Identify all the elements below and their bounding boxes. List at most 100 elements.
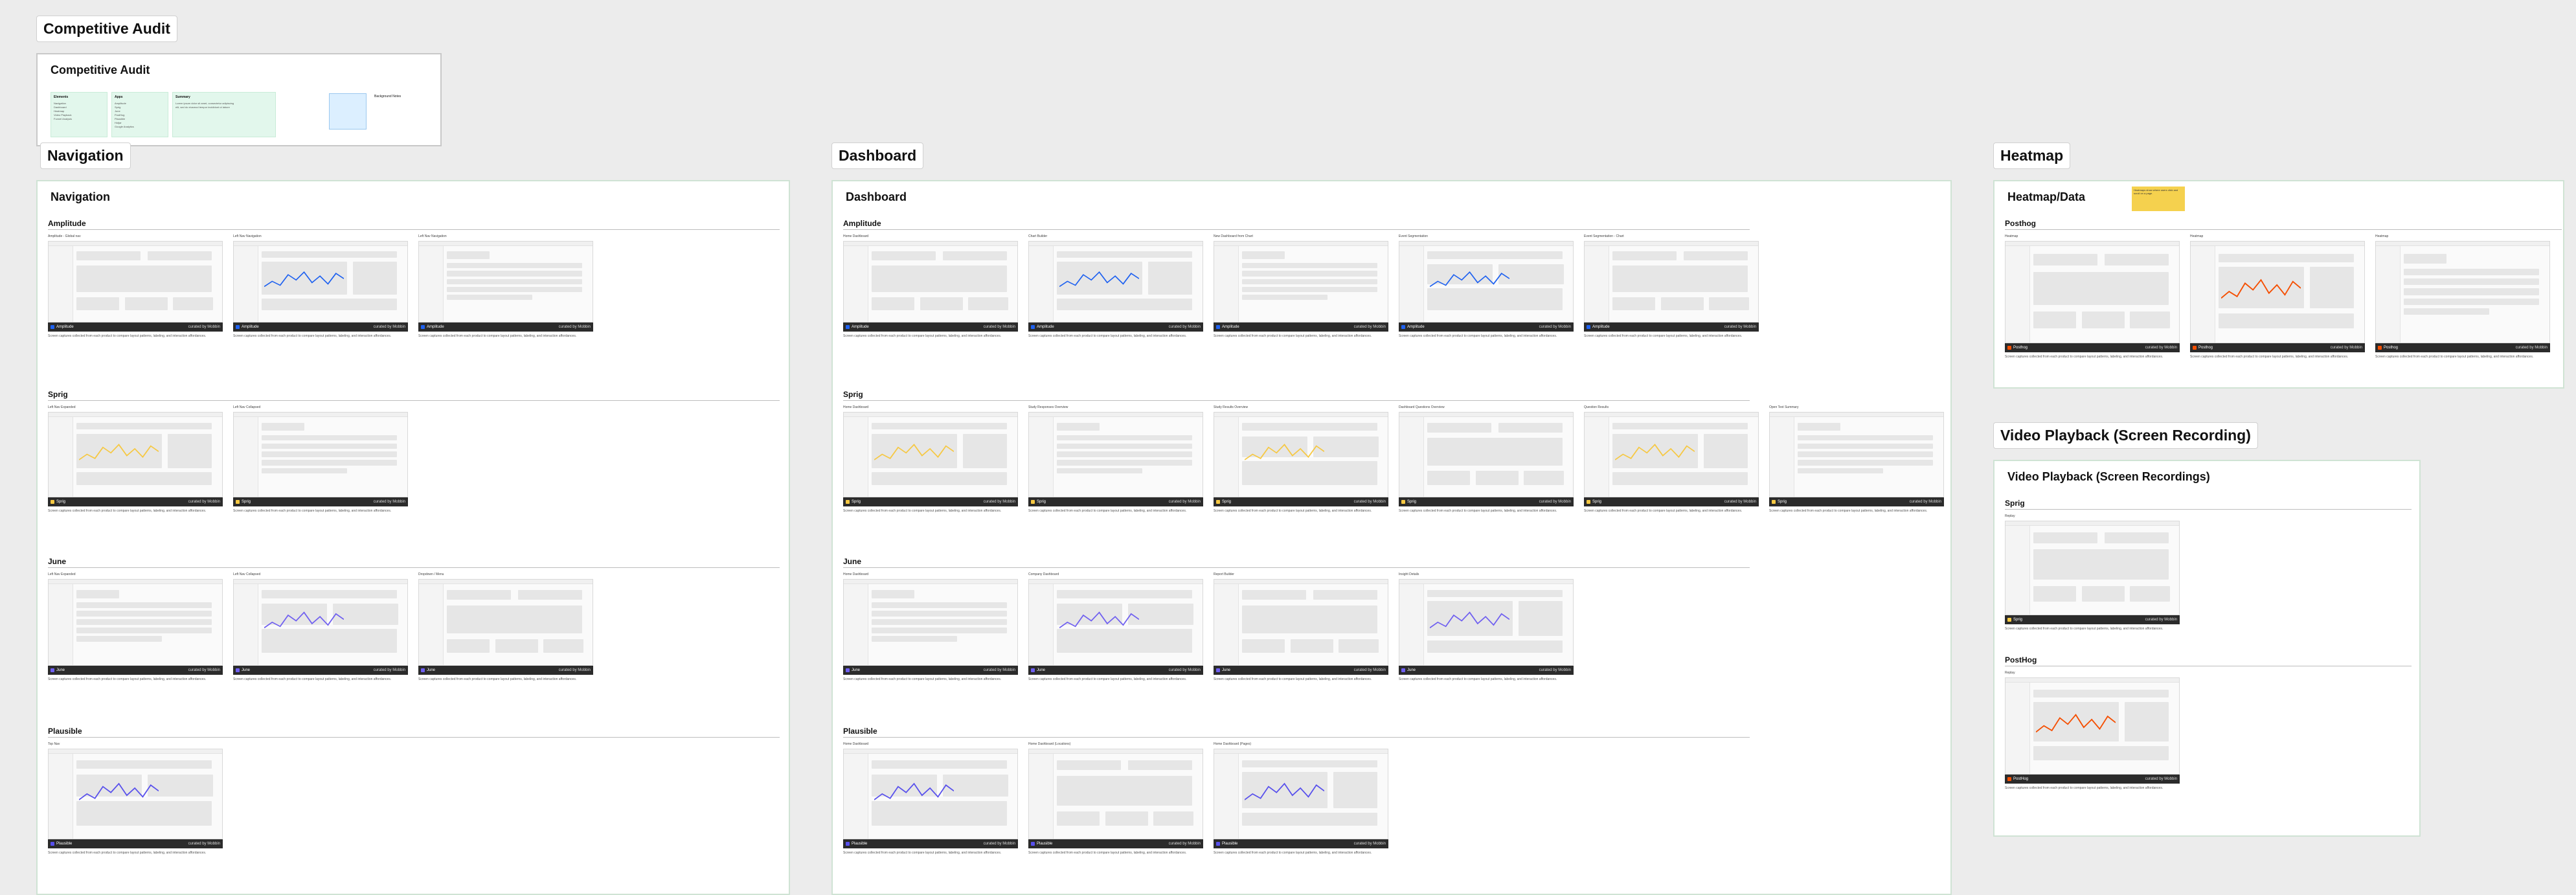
screenshot-card[interactable]: Home Dashboard Plausible curated by Mobbin… xyxy=(843,742,1018,855)
screenshot-image xyxy=(2375,241,2550,343)
screenshot-card[interactable]: Top Nav Plausible curated by Mobbin Screen … xyxy=(48,742,223,855)
navigation-title: Navigation xyxy=(51,190,111,203)
content-block xyxy=(1241,760,1377,767)
screenshot-card[interactable]: Left Nav Expanded June curated by Mobbin Sc… xyxy=(48,572,223,681)
screenshot-card[interactable]: Replay PostHog curated by Mobbin Screen cap… xyxy=(2005,671,2180,790)
content-block xyxy=(1147,262,1192,295)
card-caption: Home Dashboard xyxy=(843,405,869,409)
heatmap-frame[interactable]: Heatmap/Data Heatmaps show where users c… xyxy=(1993,180,2564,389)
content-block xyxy=(261,443,397,449)
content-block xyxy=(2104,532,2169,543)
video-frame-tag[interactable]: Video Playback (Screen Recording) xyxy=(1993,422,2258,449)
screenshot-card[interactable]: Home Dashboard Sprig curated by Mobbin Scre… xyxy=(843,405,1018,513)
screenshot-card[interactable]: Left Nav Navigation Amplitude curated by M… xyxy=(418,234,593,338)
content-block xyxy=(1427,422,1491,433)
screenshot-card[interactable]: Home Dashboard June curated by Mobbin Scree… xyxy=(843,572,1018,681)
screenshot-card[interactable]: Report Builder June curated by Mobbin Scree… xyxy=(1214,572,1388,681)
screenshot-card[interactable]: Question Results Sprig curated by Mobbin Sc… xyxy=(1584,405,1759,513)
trend-line-icon xyxy=(874,444,955,460)
content-block xyxy=(1241,294,1328,300)
screenshot-card[interactable]: Heatmap Posthog curated by Mobbin Screen ca… xyxy=(2190,234,2365,359)
card-description: Screen captures collected from each prod… xyxy=(48,334,207,338)
screenshot-card[interactable]: Open Text Summary Sprig curated by Mobbin S… xyxy=(1769,405,1944,513)
heatmap-frame-tag[interactable]: Heatmap xyxy=(1993,142,2071,169)
audit-list-item: Google Analytics xyxy=(115,125,134,128)
content-block xyxy=(2403,268,2539,275)
card-caption: New Dashboard from Chart xyxy=(1214,234,1253,238)
content-block xyxy=(1056,451,1192,457)
brand-logo-icon xyxy=(1401,500,1405,504)
card-description: Screen captures collected from each prod… xyxy=(48,677,207,681)
content-block xyxy=(1153,811,1193,826)
content-block xyxy=(1056,251,1192,258)
screenshot-content xyxy=(1056,422,1199,492)
screenshot-topbar xyxy=(1214,413,1388,417)
screenshot-sidebar xyxy=(844,754,868,839)
card-description: Screen captures collected from each prod… xyxy=(1028,677,1187,681)
card-description: Screen captures collected from each prod… xyxy=(1584,509,1743,513)
screenshot-image xyxy=(2005,241,2180,343)
video-frame[interactable]: Video Playback (Screen Recordings) Sprig… xyxy=(1993,460,2421,837)
content-block xyxy=(76,611,212,617)
screenshot-card[interactable]: Home Dashboard (Locations) Plausible curat… xyxy=(1028,742,1203,855)
audit-placeholder-box xyxy=(329,93,367,130)
screenshot-card[interactable]: Left Nav Expanded Sprig curated by Mobbin S… xyxy=(48,405,223,513)
mobbin-credit: curated by Mobbin xyxy=(188,842,220,846)
screenshot-card[interactable]: Home Dashboard (Pages) Plausible curated b… xyxy=(1214,742,1388,855)
screenshot-content xyxy=(1241,251,1384,317)
trend-line-icon xyxy=(2221,279,2301,299)
screenshot-card[interactable]: Left Nav Collapsed Sprig curated by Mobbin… xyxy=(233,405,408,513)
screenshot-card[interactable]: Chart Builder Amplitude curated by Mobbin S… xyxy=(1028,234,1203,338)
dashboard-frame[interactable]: Dashboard Amplitude Home Dashboard Amplitu… xyxy=(831,180,1952,895)
screenshot-card[interactable]: Event Segmentation - Chart Amplitude curat… xyxy=(1584,234,1759,338)
screenshot-card[interactable]: Heatmap Posthog curated by Mobbin Screen ca… xyxy=(2005,234,2180,359)
content-block xyxy=(2403,253,2446,264)
screenshot-sidebar xyxy=(2005,526,2030,615)
screenshot-card[interactable]: Dropdown / Menu June curated by Mobbin Scre… xyxy=(418,572,593,681)
navigation-frame[interactable]: Navigation Amplitude Amplitude - Global n… xyxy=(36,180,790,895)
navigation-frame-tag[interactable]: Navigation xyxy=(40,142,131,169)
screenshot-content xyxy=(1612,422,1755,492)
screenshot-card[interactable]: Home Dashboard Amplitude curated by Mobbin… xyxy=(843,234,1018,338)
card-caption: Insight Details xyxy=(1399,572,1419,576)
audit-col-elements: Elements Navigation Dashboard Heatmap Video… xyxy=(51,92,107,137)
screenshot-card[interactable]: Amplitude - Global nav Amplitude curated b… xyxy=(48,234,223,338)
card-description: Screen captures collected from each prod… xyxy=(1399,677,1557,681)
screenshot-card[interactable]: Heatmap Posthog curated by Mobbin Screen ca… xyxy=(2375,234,2550,359)
screenshot-content xyxy=(871,760,1014,833)
audit-frame-tag[interactable]: Competitive Audit xyxy=(36,16,177,42)
content-block xyxy=(2033,271,2169,306)
screenshot-card[interactable]: Study Results Overview Sprig curated by Mo… xyxy=(1214,405,1388,513)
screenshot-content xyxy=(871,251,1014,317)
screenshot-image xyxy=(233,412,408,497)
screenshot-card[interactable]: Left Nav Navigation Amplitude curated by M… xyxy=(233,234,408,338)
card-description: Screen captures collected from each prod… xyxy=(1584,334,1743,338)
screenshot-topbar xyxy=(844,580,1017,584)
screenshot-card[interactable]: Insight Details June curated by Mobbin Scre… xyxy=(1399,572,1574,681)
trend-line-icon xyxy=(2036,714,2116,732)
screenshot-card[interactable]: Dashboard Questions Overview Sprig curated… xyxy=(1399,405,1574,513)
screenshot-topbar xyxy=(2191,242,2364,246)
section-title: Amplitude xyxy=(843,219,881,228)
design-canvas: Competitive Audit Competitive Audit Elem… xyxy=(0,0,2576,895)
screenshot-card[interactable]: New Dashboard from Chart Amplitude curated… xyxy=(1214,234,1388,338)
heatmap-sticky-note[interactable]: Heatmaps show where users click and scro… xyxy=(2132,187,2185,211)
card-description: Screen captures collected from each prod… xyxy=(233,509,392,513)
brand-logo-icon xyxy=(1401,325,1405,329)
content-block xyxy=(76,472,212,485)
audit-frame[interactable]: Competitive Audit Elements Navigation Das… xyxy=(36,53,442,146)
content-block xyxy=(2218,313,2354,328)
screenshot-card[interactable]: Company Dashboard June curated by Mobbin Sc… xyxy=(1028,572,1203,681)
screenshot-card[interactable]: Replay Sprig curated by Mobbin Screen captu… xyxy=(2005,514,2180,631)
screenshot-image xyxy=(1399,241,1574,323)
screenshot-card[interactable]: Event Segmentation Amplitude curated by Mo… xyxy=(1399,234,1574,338)
screenshot-topbar xyxy=(1214,580,1388,584)
card-caption: Replay xyxy=(2005,671,2015,675)
screenshot-card[interactable]: Study Responses Overview Sprig curated by … xyxy=(1028,405,1203,513)
dashboard-frame-tag[interactable]: Dashboard xyxy=(831,142,924,169)
screenshot-card[interactable]: Left Nav Collapsed June curated by Mobbin S… xyxy=(233,572,408,681)
section-title: Plausible xyxy=(48,727,82,736)
card-description: Screen captures collected from each prod… xyxy=(233,677,392,681)
trend-line-icon xyxy=(264,271,345,288)
content-block xyxy=(1290,639,1333,653)
